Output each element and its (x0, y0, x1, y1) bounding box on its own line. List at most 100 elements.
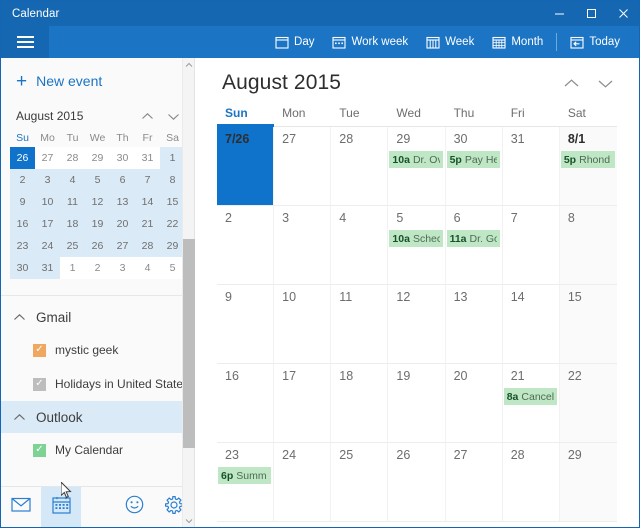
mini-calendar-day[interactable]: 9 (10, 191, 35, 213)
mini-calendar-day[interactable]: 2 (10, 169, 35, 191)
mini-calendar-day[interactable]: 26 (10, 147, 35, 169)
calendar-list-item[interactable]: ✓ Holidays in United States (1, 367, 194, 401)
mini-calendar-day[interactable]: 21 (135, 213, 160, 235)
mini-calendar-day[interactable]: 17 (35, 213, 60, 235)
weekday-header-sun[interactable]: Sun (217, 106, 275, 127)
mini-calendar-day[interactable]: 13 (110, 191, 135, 213)
mini-calendar-day[interactable]: 3 (110, 257, 135, 279)
weekday-header-fri[interactable]: Fri (503, 106, 560, 126)
mini-calendar-day[interactable]: 6 (110, 169, 135, 191)
calendar-event[interactable]: 6p Summ (218, 467, 272, 484)
mini-calendar-day[interactable]: 26 (85, 235, 110, 257)
mini-calendar-day[interactable]: 5 (85, 169, 110, 191)
day-cell[interactable]: 8 (559, 206, 617, 284)
day-cell[interactable]: 6 11aDr. Go (445, 206, 503, 284)
day-cell[interactable]: 8/1 5p Rhond (559, 127, 617, 205)
day-cell[interactable]: 4 (331, 206, 389, 284)
day-cell[interactable]: 27 (445, 443, 503, 521)
day-cell[interactable]: 28 (502, 443, 560, 521)
day-cell[interactable]: 29 10aDr. Ov (388, 127, 446, 205)
calendar-event[interactable]: 10a Schec (389, 230, 443, 247)
mini-calendar-day[interactable]: 4 (135, 257, 160, 279)
hamburger-menu-button[interactable] (1, 26, 49, 58)
weekday-header-mon[interactable]: Mon (274, 106, 331, 126)
weekday-header-sat[interactable]: Sat (560, 106, 617, 126)
scrollbar-track[interactable] (182, 71, 195, 514)
mini-calendar-day[interactable]: 10 (35, 191, 60, 213)
calendar-list-item[interactable]: ✓ mystic geek (1, 333, 194, 367)
day-cell[interactable]: 15 (559, 285, 617, 363)
day-cell[interactable]: 28 (331, 127, 389, 205)
weekday-header-wed[interactable]: Wed (388, 106, 445, 126)
calendar-list-item[interactable]: ✓ My Calendar (1, 433, 194, 467)
calendar-event[interactable]: 5p Pay He (446, 151, 500, 168)
mini-calendar-day[interactable]: 28 (60, 147, 85, 169)
day-cell[interactable]: 14 (502, 285, 560, 363)
today-button[interactable]: Today (561, 26, 629, 58)
checkbox-icon[interactable]: ✓ (33, 443, 46, 457)
calendar-event[interactable]: 10aDr. Ov (389, 151, 443, 168)
mini-calendar-day[interactable]: 27 (35, 147, 60, 169)
day-cell[interactable]: 30 5p Pay He (445, 127, 503, 205)
mini-calendar-day[interactable]: 30 (10, 257, 35, 279)
day-cell[interactable]: 5 10a Schec (388, 206, 446, 284)
mini-calendar-day[interactable]: 11 (60, 191, 85, 213)
mini-calendar-day[interactable]: 24 (35, 235, 60, 257)
day-cell[interactable]: 31 (502, 127, 560, 205)
view-button-week[interactable]: Week (417, 26, 483, 58)
day-cell[interactable]: 23 6p Summ (217, 443, 275, 521)
mini-calendar-day[interactable]: 14 (135, 191, 160, 213)
prev-period-button[interactable] (559, 72, 583, 94)
calendar-event[interactable]: 5p Rhond (560, 151, 615, 168)
mini-calendar-day[interactable]: 31 (135, 147, 160, 169)
day-cell[interactable]: 20 (445, 364, 503, 442)
day-cell[interactable]: 11 (331, 285, 389, 363)
new-event-button[interactable]: + New event (1, 58, 194, 104)
day-cell[interactable]: 9 (217, 285, 275, 363)
mini-calendar-day[interactable]: 4 (60, 169, 85, 191)
view-button-work-week[interactable]: Work week (323, 26, 417, 58)
mini-calendar-day[interactable]: 16 (10, 213, 35, 235)
calendar-button[interactable] (41, 487, 81, 527)
close-button[interactable] (607, 1, 639, 26)
calendar-event[interactable]: 8a Cancel (503, 388, 557, 405)
day-cell[interactable]: 29 (559, 443, 617, 521)
mini-calendar-day[interactable]: 19 (85, 213, 110, 235)
next-period-button[interactable] (593, 72, 617, 94)
account-group-gmail[interactable]: Gmail (1, 301, 194, 333)
mini-calendar-day[interactable]: 1 (60, 257, 85, 279)
calendar-event[interactable]: 11aDr. Go (446, 230, 500, 247)
day-cell[interactable]: 24 (274, 443, 332, 521)
account-group-outlook[interactable]: Outlook (1, 401, 194, 433)
day-cell[interactable]: 13 (445, 285, 503, 363)
weekday-header-tue[interactable]: Tue (331, 106, 388, 126)
day-cell[interactable]: 2 (217, 206, 275, 284)
mini-calendar-day[interactable]: 27 (110, 235, 135, 257)
day-cell[interactable]: 16 (217, 364, 275, 442)
day-cell[interactable]: 10 (274, 285, 332, 363)
sidebar-scrollbar[interactable] (182, 58, 195, 527)
day-cell[interactable]: 27 (274, 127, 332, 205)
maximize-button[interactable] (575, 1, 607, 26)
scroll-up-arrow[interactable] (183, 58, 195, 71)
mini-calendar-day[interactable]: 3 (35, 169, 60, 191)
mini-calendar-day[interactable]: 25 (60, 235, 85, 257)
day-cell[interactable]: 17 (274, 364, 332, 442)
view-button-day[interactable]: Day (266, 26, 323, 58)
view-button-month[interactable]: Month (483, 26, 552, 58)
day-cell[interactable]: 12 (388, 285, 446, 363)
checkbox-icon[interactable]: ✓ (33, 343, 46, 357)
mail-button[interactable] (1, 487, 41, 527)
mini-calendar-day[interactable]: 20 (110, 213, 135, 235)
day-cell[interactable]: 7/26 (217, 127, 275, 205)
mini-calendar-day[interactable]: 18 (60, 213, 85, 235)
day-cell[interactable]: 22 (559, 364, 617, 442)
day-cell[interactable]: 26 (388, 443, 446, 521)
mini-prev-month-button[interactable] (136, 106, 159, 126)
mini-calendar-day[interactable]: 29 (85, 147, 110, 169)
mini-calendar-day[interactable]: 28 (135, 235, 160, 257)
scroll-down-arrow[interactable] (183, 514, 195, 527)
mini-calendar-day[interactable]: 7 (135, 169, 160, 191)
day-cell[interactable]: 19 (388, 364, 446, 442)
mini-calendar-day[interactable]: 23 (10, 235, 35, 257)
